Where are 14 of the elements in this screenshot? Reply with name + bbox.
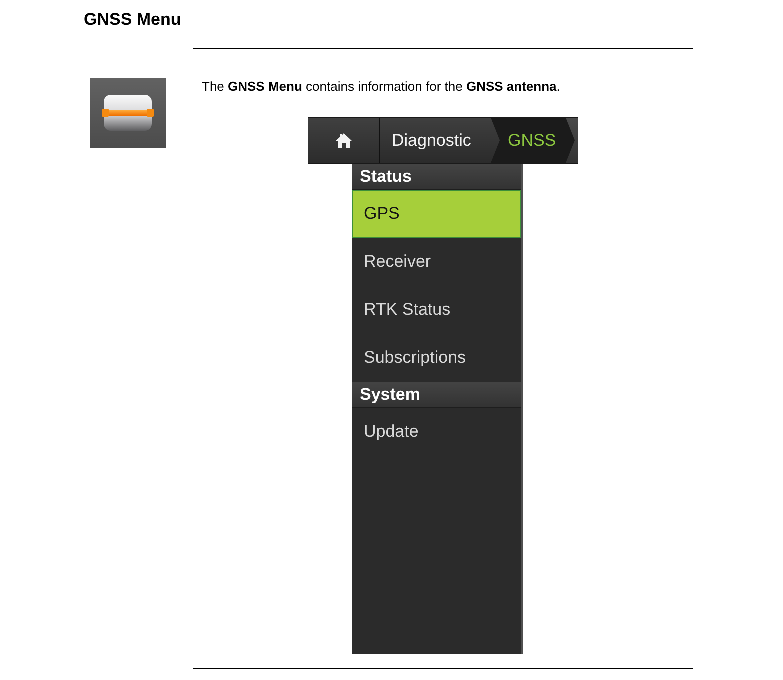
intro-paragraph: The GNSS Menu contains information for the GNSS antenna. [202,78,560,96]
home-button[interactable] [308,118,380,163]
home-icon [334,132,352,148]
menu-item[interactable]: Receiver [352,238,521,286]
breadcrumb-tab[interactable]: GNSS [491,118,575,163]
menu-item[interactable]: GPS [352,190,521,238]
menu-section-header: Status [352,164,521,190]
menu-item[interactable]: Update [352,408,521,456]
menu-section-header: System [352,382,521,408]
menu-item[interactable]: RTK Status [352,286,521,334]
menu-item[interactable]: Subscriptions [352,334,521,382]
receiver-icon [90,78,166,148]
breadcrumb-tab[interactable]: Diagnostic [380,118,500,163]
section-heading: GNSS Menu [84,9,182,31]
